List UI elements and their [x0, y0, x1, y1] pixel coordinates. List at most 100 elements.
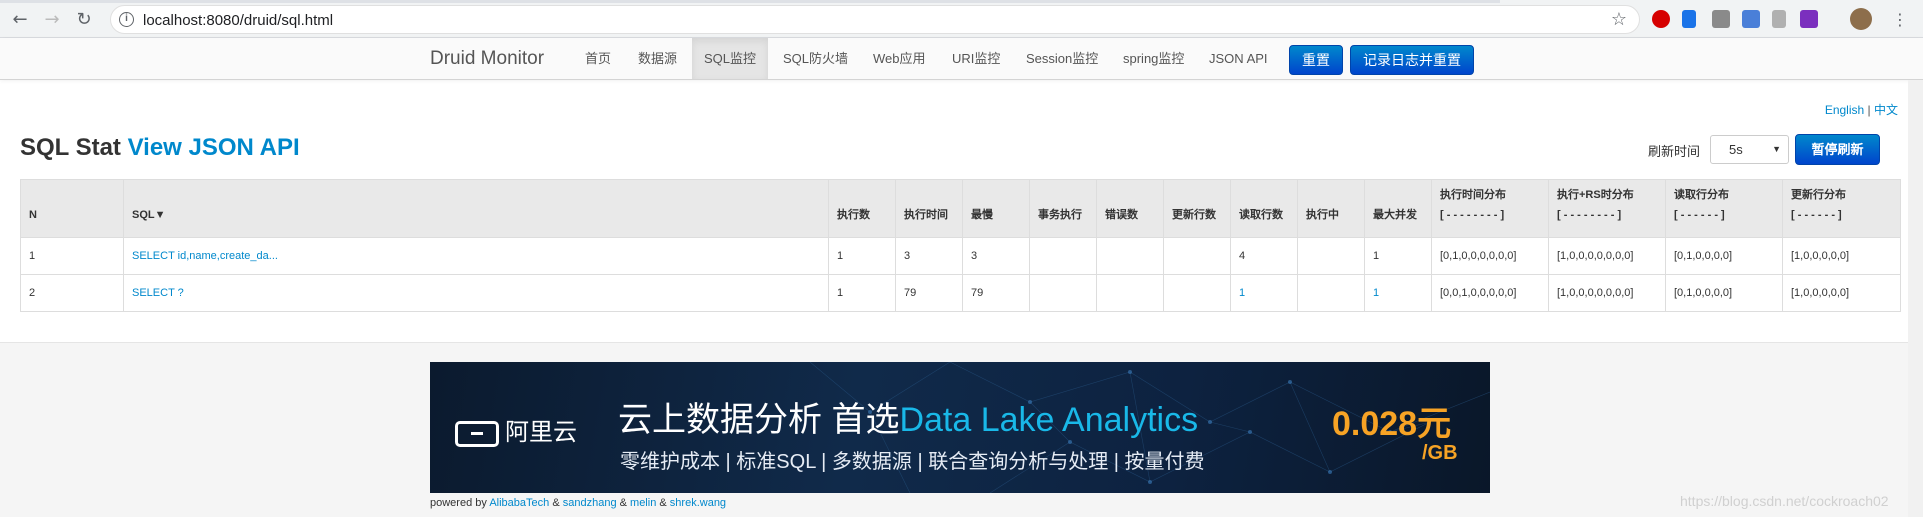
header-label: 读取行分布: [1674, 189, 1729, 201]
table-header-cell: 事务执行: [1029, 179, 1097, 238]
amp-separator: &: [552, 497, 560, 509]
druid-navbar: Druid Monitor 首页 数据源 SQL监控 SQL防火墙 Web应用 …: [0, 38, 1923, 80]
table-header-cell: 执行数: [828, 179, 896, 238]
sql-link-cell[interactable]: SELECT id,name,create_da...: [123, 237, 829, 275]
tree-extension-icon[interactable]: [1772, 10, 1786, 28]
camera-extension-icon[interactable]: [1712, 10, 1730, 28]
header-label: 事务执行: [1038, 209, 1082, 221]
author-link-sandzhang[interactable]: sandzhang: [563, 497, 617, 509]
header-label: 执行中: [1306, 209, 1339, 221]
header-label: 执行数: [837, 209, 870, 221]
table-cell: [1096, 274, 1164, 312]
table-cell: [1297, 237, 1365, 275]
table-header-cell[interactable]: SQL▼: [123, 179, 829, 238]
table-cell: [0,1,0,0,0,0,0,0]: [1431, 237, 1549, 275]
brand-title[interactable]: Druid Monitor: [430, 48, 544, 70]
table-cell: 79: [962, 274, 1030, 312]
translate-extension-icon[interactable]: [1742, 10, 1760, 28]
header-label: 更新行数: [1172, 209, 1216, 221]
table-cell: 1: [20, 237, 124, 275]
lang-english-link[interactable]: English: [1825, 103, 1864, 117]
refresh-interval-label: 刷新时间: [1648, 144, 1701, 159]
table-cell: [1029, 237, 1097, 275]
table-header-cell: 错误数: [1096, 179, 1164, 238]
table-header-cell: 更新行分布 [ - - - - - - ]: [1782, 179, 1901, 238]
aliyun-mark-icon: [455, 420, 499, 447]
table-cell: [0,1,0,0,0,0]: [1665, 237, 1783, 275]
csdn-watermark: https://blog.csdn.net/cockroach02: [1680, 493, 1889, 509]
nav-item-sql-monitor[interactable]: SQL监控: [692, 38, 769, 79]
nav-item-uri-monitor[interactable]: URI监控: [940, 38, 1012, 79]
table-cell: [1,0,0,0,0,0]: [1782, 274, 1901, 312]
header-label: 执行时间: [904, 209, 948, 221]
table-cell: [1163, 237, 1231, 275]
table-cell: 3: [895, 237, 963, 275]
bookmark-star-icon[interactable]: ☆: [1611, 9, 1627, 30]
header-label: 执行时间分布: [1440, 189, 1506, 201]
banner-headline-main: 云上数据分析 首选: [618, 401, 900, 439]
nav-item-session-monitor[interactable]: Session监控: [1014, 38, 1110, 79]
banner-price: 0.028元: [1332, 405, 1452, 443]
aliyun-ad-banner[interactable]: 阿里云 云上数据分析 首选Data Lake Analytics 零维护成本 |…: [430, 362, 1490, 493]
table-header-cell: 执行中: [1297, 179, 1365, 238]
table-header-row: N SQL▼ 执行数 执行时间 最慢 事务执行 错误数 更新行数 读取行数 执行中 最大并发 执行时间…: [20, 179, 1901, 238]
back-arrow-icon[interactable]: ←: [8, 8, 32, 32]
header-sublabel: [ - - - - - - ]: [1674, 209, 1725, 221]
banner-subtitle: 零维护成本 | 标准SQL | 多数据源 | 联合查询分析与处理 | 按量付费: [620, 451, 1205, 473]
banner-headline-accent: Data Lake Analytics: [899, 401, 1199, 439]
lang-chinese-link[interactable]: 中文: [1874, 103, 1898, 117]
log-and-reset-button[interactable]: 记录日志并重置: [1350, 45, 1474, 75]
nav-item-sql-firewall[interactable]: SQL防火墙: [771, 38, 860, 79]
table-header-cell: 最大并发: [1364, 179, 1432, 238]
opera-extension-icon[interactable]: [1652, 10, 1670, 28]
site-info-icon[interactable]: i: [119, 12, 134, 27]
table-header-cell: 更新行数: [1163, 179, 1231, 238]
forward-arrow-icon[interactable]: →: [40, 8, 64, 32]
banner-price-unit: /GB: [1422, 442, 1458, 464]
table-cell: 79: [895, 274, 963, 312]
pause-refresh-button[interactable]: 暂停刷新: [1795, 134, 1880, 165]
table-cell: 1: [828, 274, 896, 312]
table-header-cell: 读取行数: [1230, 179, 1298, 238]
page-title: SQL Stat View JSON API: [20, 134, 300, 162]
header-label: 读取行数: [1239, 209, 1283, 221]
vpn-extension-icon[interactable]: [1682, 10, 1696, 28]
nav-item-home[interactable]: 首页: [573, 38, 623, 79]
menu-kebab-icon[interactable]: ⋮: [1888, 8, 1912, 32]
table-cell: 1: [828, 237, 896, 275]
lang-separator: |: [1867, 103, 1871, 117]
author-link-melin[interactable]: melin: [630, 497, 656, 509]
profile-avatar[interactable]: [1850, 8, 1872, 30]
nav-item-spring-monitor[interactable]: spring监控: [1111, 38, 1196, 79]
table-cell: 3: [962, 237, 1030, 275]
header-label: 最大并发: [1373, 209, 1417, 221]
page-scrollbar[interactable]: [1908, 80, 1923, 517]
refresh-interval-select[interactable]: 5s ▼: [1710, 135, 1789, 164]
nav-item-json-api[interactable]: JSON API: [1197, 38, 1280, 79]
header-label: SQL▼: [132, 209, 166, 221]
address-bar[interactable]: i localhost:8080/druid/sql.html ☆: [110, 5, 1640, 34]
table-row: 1 SELECT id,name,create_da... 1 3 3 4 1 [0,1,0,…: [20, 237, 1901, 275]
header-label: 错误数: [1105, 209, 1138, 221]
sql-link-cell[interactable]: SELECT ?: [123, 274, 829, 312]
reset-button[interactable]: 重置: [1289, 45, 1343, 75]
table-header-cell: 执行时间分布 [ - - - - - - - - ]: [1431, 179, 1549, 238]
nav-item-web-app[interactable]: Web应用: [861, 38, 938, 79]
jrp-extension-icon[interactable]: [1800, 10, 1818, 28]
table-cell: 1: [1230, 274, 1298, 312]
author-link-shrek-wang[interactable]: shrek.wang: [670, 497, 726, 509]
table-header-cell: 执行+RS时分布 [ - - - - - - - - ]: [1548, 179, 1666, 238]
header-label: N: [29, 209, 37, 221]
url-text[interactable]: localhost:8080/druid/sql.html: [143, 12, 333, 29]
author-link-alibabatech[interactable]: AlibabaTech: [489, 497, 549, 509]
table-cell: 4: [1230, 237, 1298, 275]
refresh-interval-value: 5s: [1729, 142, 1743, 157]
header-label: 更新行分布: [1791, 189, 1846, 201]
table-cell: 2: [20, 274, 124, 312]
table-cell: [0,0,1,0,0,0,0,0]: [1431, 274, 1549, 312]
table-cell: [1,0,0,0,0,0,0,0]: [1548, 274, 1666, 312]
table-cell: [1,0,0,0,0,0,0,0]: [1548, 237, 1666, 275]
view-json-api-link[interactable]: View JSON API: [128, 134, 300, 161]
nav-item-datasource[interactable]: 数据源: [626, 38, 689, 79]
reload-icon[interactable]: ↻: [72, 8, 96, 32]
